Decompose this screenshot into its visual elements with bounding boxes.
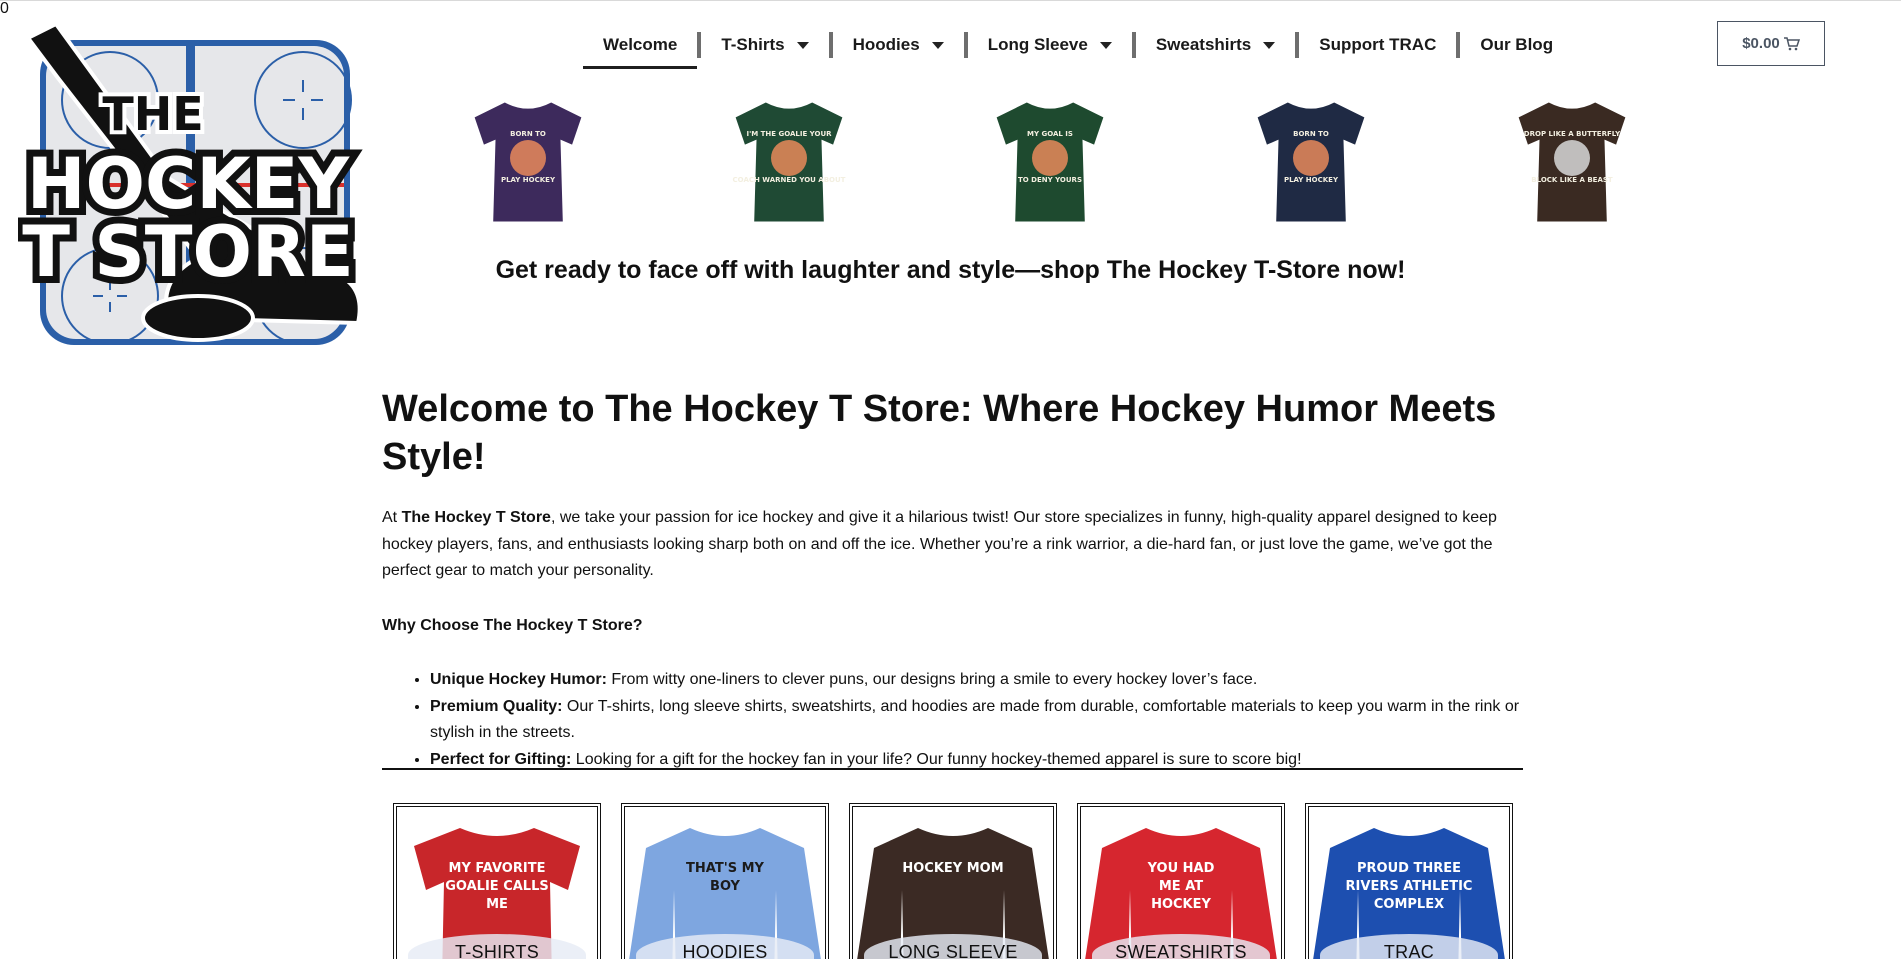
category-card-long-sleeve[interactable]: HOCKEY MOM LONG SLEEVE <box>849 803 1057 959</box>
garment-print-text: HOCKEY <box>1151 897 1211 912</box>
shirt-print-text: COACH WARNED YOU ABOUT <box>733 176 846 184</box>
nav-support-trac-label: Support TRAC <box>1319 35 1437 54</box>
featured-shirt[interactable]: I'M THE GOALIE YOUR COACH WARNED YOU ABOU… <box>731 100 847 224</box>
category-card-inner: MY FAVORITE GOALIE CALLS ME T-SHIRTS <box>400 810 594 959</box>
shirt-print-text: PLAY HOCKEY <box>501 176 556 184</box>
garment-print-text: HOCKEY MOM <box>902 861 1003 876</box>
cart-total: $0.00 <box>1742 35 1780 52</box>
caret-down-icon <box>1099 41 1112 49</box>
category-card-inner: THAT'S MY BOY HOODIES <box>628 810 822 959</box>
shirt-print-text: BORN TO <box>1293 130 1329 138</box>
store-logo[interactable]: THE HOCKEY T STORE <box>18 18 378 358</box>
category-card-inner: YOU HAD ME AT HOCKEY SWEATSHIRTS <box>1084 810 1278 959</box>
featured-shirt[interactable]: BORN TO PLAY HOCKEY <box>1253 100 1369 224</box>
category-card-trac[interactable]: PROUD THREE RIVERS ATHLETIC COMPLEX TRAC <box>1305 803 1513 959</box>
intro-prefix: At <box>382 509 402 526</box>
nav-welcome[interactable]: Welcome <box>583 23 698 69</box>
nav-long-sleeve[interactable]: Long Sleeve <box>968 23 1132 67</box>
shirt-print-text: I'M THE GOALIE YOUR <box>746 130 832 138</box>
category-label: LONG SLEEVE <box>888 942 1018 959</box>
welcome-heading: Welcome to The Hockey T Store: Where Hoc… <box>382 388 1497 478</box>
section-divider <box>382 768 1523 770</box>
nav-tshirts[interactable]: T-Shirts <box>701 23 828 67</box>
garment-print-text: COMPLEX <box>1374 897 1444 912</box>
category-card-sweatshirts[interactable]: YOU HAD ME AT HOCKEY SWEATSHIRTS <box>1077 803 1285 959</box>
benefit-text: Our T-shirts, long sleeve shirts, sweats… <box>430 697 1520 742</box>
garment-print-text: ME <box>486 897 508 912</box>
featured-shirt[interactable]: BORN TO PLAY HOCKEY <box>470 100 586 224</box>
nav-tshirts-label: T-Shirts <box>721 35 785 54</box>
featured-shirt[interactable]: DROP LIKE A BUTTERFLY BLOCK LIKE A BEAST <box>1514 100 1630 224</box>
caret-down-icon <box>796 41 809 49</box>
benefit-title: Unique Hockey Humor: <box>430 671 607 688</box>
garment-print-text: THAT'S MY <box>686 861 764 876</box>
shirt-print-graphic <box>510 140 546 176</box>
category-card-t-shirts[interactable]: MY FAVORITE GOALIE CALLS ME T-SHIRTS <box>393 803 601 959</box>
category-label: T-SHIRTS <box>454 942 540 959</box>
benefit-text: From witty one-liners to clever puns, ou… <box>606 671 1258 688</box>
nav-hoodies-label: Hoodies <box>852 35 920 54</box>
list-item: Unique Hockey Humor: From witty one-line… <box>430 667 1522 694</box>
nav-welcome-label: Welcome <box>603 35 678 54</box>
shirt-print-text: MY GOAL IS <box>1027 130 1073 138</box>
tagline: Get ready to face off with laughter and … <box>495 256 1406 284</box>
garment-print-text: RIVERS ATHLETIC <box>1346 879 1473 894</box>
why-heading: Why Choose The Hockey T Store? <box>382 616 643 634</box>
nav-our-blog[interactable]: Our Blog <box>1460 23 1573 67</box>
category-label: TRAC <box>1383 942 1435 959</box>
nav-hoodies[interactable]: Hoodies <box>833 23 964 67</box>
benefit-title: Perfect for Gifting: <box>430 750 572 768</box>
category-cards: MY FAVORITE GOALIE CALLS ME T-SHIRTS THAT'S … <box>393 803 1513 959</box>
garment-print-text: BOY <box>710 879 740 894</box>
shirt-print-text: DROP LIKE A BUTTERFLY <box>1524 130 1621 138</box>
intro-brand: The Hockey T Store <box>401 509 551 526</box>
caret-down-icon <box>931 41 944 49</box>
shirt-print-graphic <box>1032 140 1068 176</box>
garment-print-text: MY FAVORITE <box>449 861 546 876</box>
garment-print-text: ME AT <box>1159 879 1203 894</box>
nav-sweatshirts[interactable]: Sweatshirts <box>1136 23 1295 67</box>
category-label: SWEATSHIRTS <box>1115 942 1247 959</box>
garment-print-text: YOU HAD <box>1147 861 1215 876</box>
featured-shirt[interactable]: MY GOAL IS TO DENY YOURS <box>992 100 1108 224</box>
list-item: Premium Quality: Our T-shirts, long slee… <box>430 694 1522 747</box>
shirt-print-graphic <box>771 140 807 176</box>
welcome-section: Welcome to The Hockey T Store: Where Hoc… <box>382 385 1522 773</box>
nav-support-trac[interactable]: Support TRAC <box>1299 23 1456 67</box>
shirt-print-graphic <box>1554 140 1590 176</box>
category-card-inner: PROUD THREE RIVERS ATHLETIC COMPLEX TRAC <box>1312 810 1506 959</box>
cart-button[interactable]: $0.00 <box>1717 21 1825 66</box>
caret-down-icon <box>1263 41 1276 49</box>
nav-long-sleeve-label: Long Sleeve <box>987 35 1088 54</box>
top-border <box>0 0 1901 1</box>
intro-paragraph: At The Hockey T Store, we take your pass… <box>382 505 1522 585</box>
nav-our-blog-label: Our Blog <box>1480 35 1554 54</box>
shirt-print-text: BLOCK LIKE A BEAST <box>1531 176 1613 184</box>
featured-shirts: BORN TO PLAY HOCKEY I'M THE GOALIE YOUR COA… <box>470 100 1630 225</box>
category-label: HOODIES <box>682 942 768 959</box>
nav-sweatshirts-label: Sweatshirts <box>1155 35 1252 54</box>
benefit-list: Unique Hockey Humor: From witty one-line… <box>430 667 1522 773</box>
category-card-hoodies[interactable]: THAT'S MY BOY HOODIES <box>621 803 829 959</box>
benefit-title: Premium Quality: <box>430 697 563 715</box>
shirt-print-graphic <box>1293 140 1329 176</box>
garment-print-text: GOALIE CALLS <box>445 879 549 894</box>
logo-text-the: THE <box>102 87 203 141</box>
garment-print-text: PROUD THREE <box>1357 861 1461 876</box>
main-nav: Welcome T-Shirts Hoodies Long Sleeve Swe… <box>583 22 1573 69</box>
cart-count-badge: 0 <box>0 0 9 17</box>
shirt-print-text: TO DENY YOURS <box>1018 176 1082 184</box>
shirt-print-text: PLAY HOCKEY <box>1284 176 1339 184</box>
benefit-text: Looking for a gift for the hockey fan in… <box>571 750 1302 768</box>
shirt-print-text: BORN TO <box>510 130 546 138</box>
category-card-inner: HOCKEY MOM LONG SLEEVE <box>856 810 1050 959</box>
cart-icon <box>1783 36 1800 50</box>
